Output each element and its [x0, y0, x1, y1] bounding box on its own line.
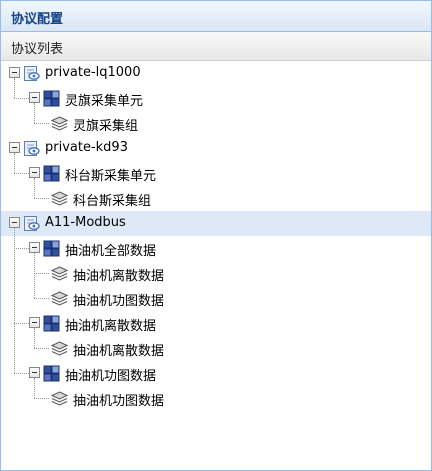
- tree-node-label: 灵旗采集单元: [65, 94, 144, 109]
- tree-node-label: 抽油机功图数据: [73, 294, 165, 309]
- cubes-icon: [43, 90, 60, 107]
- tree-node-group[interactable]: 抽油机离散数据: [1, 261, 431, 286]
- tree-node-label: private-kd93: [45, 140, 128, 155]
- tree-node-group[interactable]: 抽油机功图数据: [1, 386, 431, 411]
- tree-node-protocol[interactable]: private-kd93: [1, 136, 431, 161]
- tree-node-group[interactable]: 灵旗采集组: [1, 111, 431, 136]
- tree-node-label: 抽油机离散数据: [73, 269, 165, 284]
- tree-node-label: 灵旗采集组: [73, 119, 139, 134]
- collapse-toggle-icon[interactable]: [29, 167, 40, 178]
- tree-guide-line: [14, 173, 29, 174]
- protocol-config-panel: 协议配置 协议列表 private-lq1000 灵旗采集单元 灵旗采集组 priva…: [0, 0, 432, 471]
- tree-guide-line: [14, 373, 29, 374]
- tree-node-unit[interactable]: 灵旗采集单元: [1, 86, 431, 111]
- collapse-toggle-icon[interactable]: [29, 317, 40, 328]
- layers-icon: [50, 340, 69, 357]
- tree-guide-line: [34, 398, 49, 399]
- collapse-toggle-icon[interactable]: [9, 142, 20, 153]
- tree-node-label: 抽油机全部数据: [65, 244, 157, 259]
- collapse-toggle-icon[interactable]: [29, 367, 40, 378]
- tree-guide-line: [34, 198, 49, 199]
- tree-guide-line: [34, 348, 49, 349]
- tree-node-unit[interactable]: 抽油机全部数据: [1, 236, 431, 261]
- tree-node-label: A11-Modbus: [45, 215, 126, 230]
- tree-node-unit[interactable]: 抽油机功图数据: [1, 361, 431, 386]
- tree-guide-line: [34, 273, 49, 274]
- tree-guide-line: [14, 98, 29, 99]
- layers-icon: [50, 290, 69, 307]
- protocol-tree: private-lq1000 灵旗采集单元 灵旗采集组 private-kd93 科台斯…: [1, 61, 431, 470]
- tree-node-unit[interactable]: 科台斯采集单元: [1, 161, 431, 186]
- tree-node-label: 抽油机功图数据: [73, 394, 165, 409]
- protocol-icon: [23, 215, 40, 232]
- cubes-icon: [43, 165, 60, 182]
- protocol-icon: [23, 140, 40, 157]
- panel-title: 协议配置: [11, 12, 64, 27]
- tree-node-label: 抽油机功图数据: [65, 369, 157, 384]
- layers-icon: [50, 115, 69, 132]
- tree-node-label: private-lq1000: [45, 65, 141, 80]
- tree-node-protocol[interactable]: A11-Modbus: [1, 211, 431, 236]
- collapse-toggle-icon[interactable]: [9, 217, 20, 228]
- cubes-icon: [43, 315, 60, 332]
- layers-icon: [50, 265, 69, 282]
- tree-node-label: 科台斯采集单元: [65, 169, 157, 184]
- tree-guide-line: [34, 123, 49, 124]
- column-header-label: 协议列表: [11, 42, 64, 57]
- tree-node-group[interactable]: 抽油机功图数据: [1, 286, 431, 311]
- collapse-toggle-icon[interactable]: [9, 67, 20, 78]
- tree-node-label: 抽油机离散数据: [73, 344, 165, 359]
- tree-node-protocol[interactable]: private-lq1000: [1, 61, 431, 86]
- layers-icon: [50, 190, 69, 207]
- tree-node-group[interactable]: 抽油机离散数据: [1, 336, 431, 361]
- collapse-toggle-icon[interactable]: [29, 92, 40, 103]
- cubes-icon: [43, 365, 60, 382]
- layers-icon: [50, 390, 69, 407]
- tree-node-label: 抽油机离散数据: [65, 319, 157, 334]
- panel-header: 协议配置: [1, 1, 431, 32]
- cubes-icon: [43, 240, 60, 257]
- tree-node-unit[interactable]: 抽油机离散数据: [1, 311, 431, 336]
- tree-node-group[interactable]: 科台斯采集组: [1, 186, 431, 211]
- tree-guide-line: [34, 298, 49, 299]
- collapse-toggle-icon[interactable]: [29, 242, 40, 253]
- grid-column-header[interactable]: 协议列表: [1, 32, 431, 61]
- tree-guide-line: [14, 323, 29, 324]
- protocol-icon: [23, 65, 40, 82]
- tree-guide-line: [14, 248, 29, 249]
- tree-node-label: 科台斯采集组: [73, 194, 152, 209]
